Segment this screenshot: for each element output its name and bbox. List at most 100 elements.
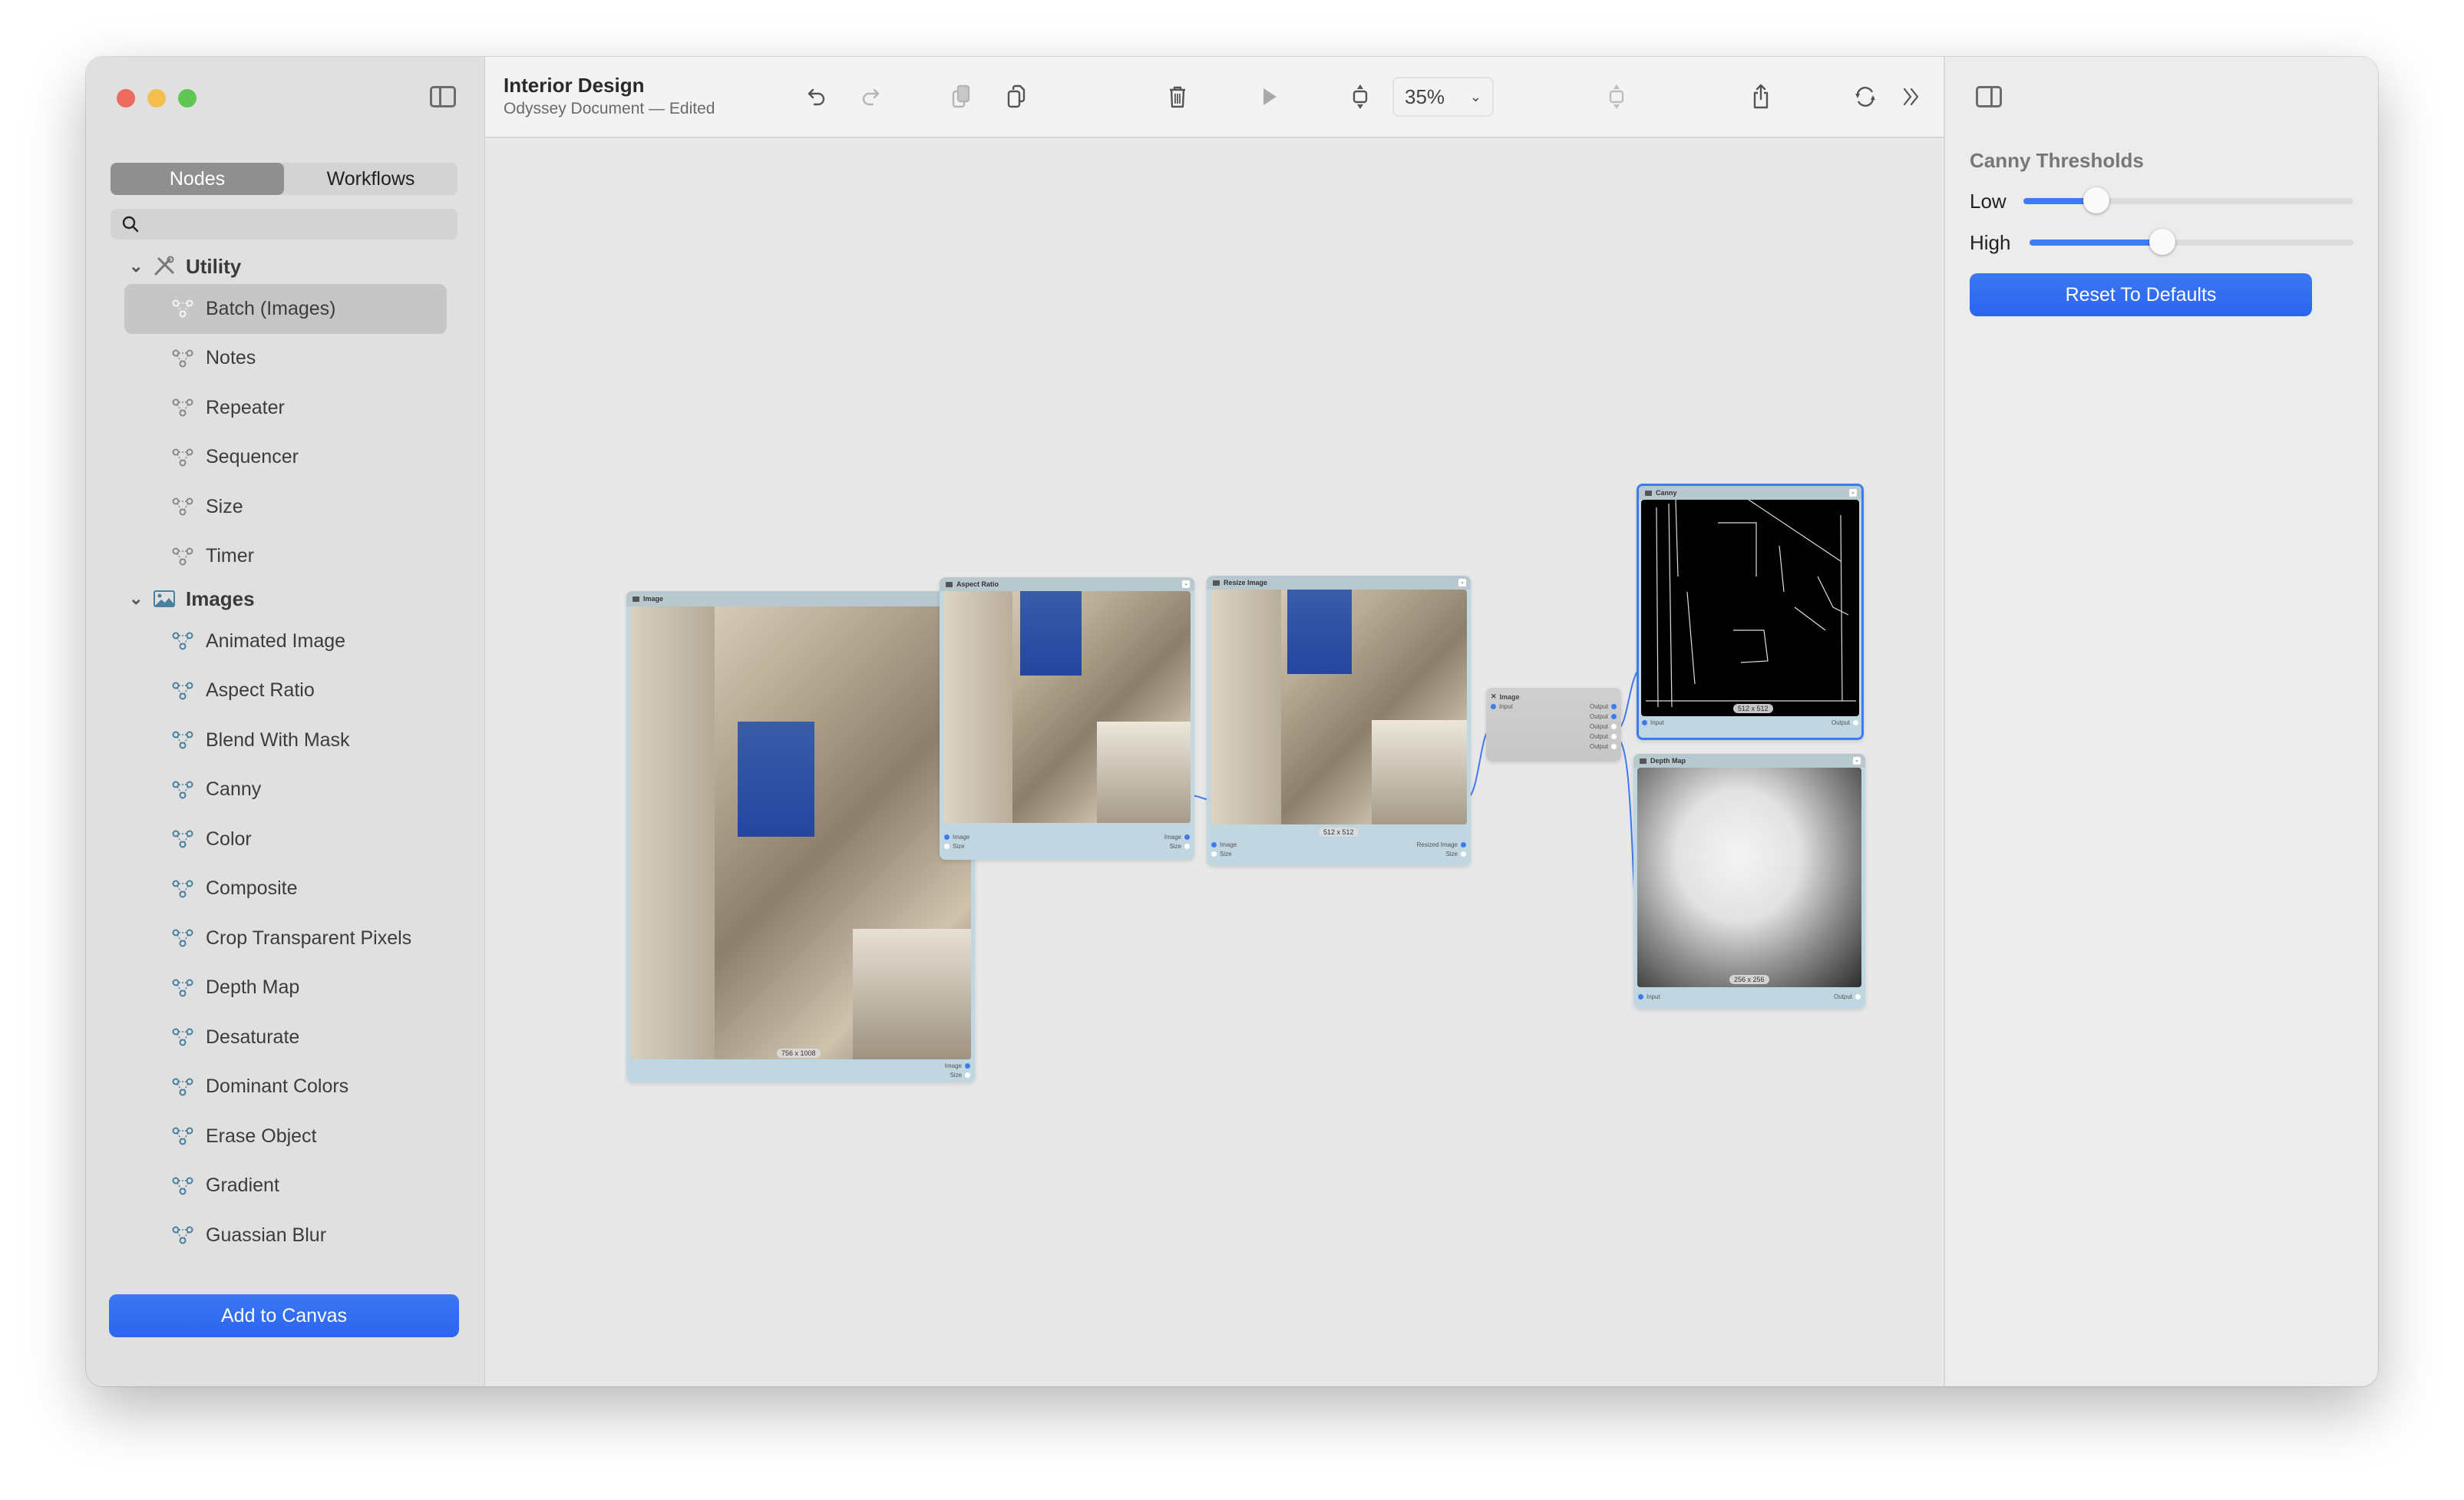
node-menu-button[interactable]: ⌄	[1182, 580, 1190, 588]
node-item-size[interactable]: Size	[124, 482, 447, 532]
node-item-desaturate[interactable]: Desaturate	[124, 1013, 447, 1062]
node-item-canny[interactable]: Canny	[124, 765, 447, 815]
node-menu-button[interactable]: ⌄	[1853, 757, 1861, 765]
add-to-canvas-button[interactable]: Add to Canvas	[109, 1294, 459, 1337]
port-dot[interactable]	[965, 1072, 970, 1078]
input-port-input[interactable]: Input	[1642, 719, 1664, 726]
slider-thumb[interactable]	[2149, 229, 2176, 255]
fit-to-height-button[interactable]	[1343, 80, 1377, 114]
port-dot[interactable]	[1642, 720, 1647, 725]
close-window-button[interactable]	[117, 89, 135, 107]
node-item-guassian-blur[interactable]: Guassian Blur	[124, 1211, 447, 1260]
port-dot[interactable]	[1855, 994, 1861, 999]
output-port-size[interactable]: Size	[1445, 851, 1466, 857]
input-port-image[interactable]: Image	[944, 834, 969, 841]
port-dot[interactable]	[1853, 720, 1858, 725]
output-port-output[interactable]: Output	[1831, 719, 1858, 726]
input-port-size[interactable]: Size	[944, 843, 965, 850]
sidebar-toggle-icon[interactable]	[430, 86, 456, 107]
node-item-animated-image[interactable]: Animated Image	[124, 616, 447, 666]
input-port-image[interactable]: Image	[1211, 841, 1237, 848]
zoom-level-select[interactable]: 35% ⌄	[1392, 77, 1494, 117]
share-button[interactable]	[1744, 80, 1778, 114]
port-dot[interactable]	[1211, 842, 1217, 847]
port-dot[interactable]	[1611, 714, 1617, 719]
inspector-toggle-icon[interactable]	[1976, 86, 2002, 107]
node-item-aspect-ratio[interactable]: Aspect Ratio	[124, 666, 447, 716]
low-threshold-slider[interactable]	[2023, 187, 2353, 213]
port-dot[interactable]	[1638, 994, 1643, 999]
undo-button[interactable]	[800, 80, 834, 114]
port-dot[interactable]	[944, 844, 950, 849]
node-depth-map[interactable]: Depth Map ⌄ 256 x 256 Input Output	[1633, 754, 1865, 1009]
slider-thumb[interactable]	[2083, 187, 2109, 213]
node-image[interactable]: Image ⌄ 756 x 1008 Image Size	[626, 591, 975, 1082]
node-resize-image[interactable]: Resize Image ⌄ 512 x 512 Image Size Resi…	[1207, 576, 1471, 866]
input-port-input[interactable]: Input	[1638, 993, 1660, 1000]
node-item-blend-with-mask[interactable]: Blend With Mask	[124, 715, 447, 765]
refresh-button[interactable]	[1848, 80, 1882, 114]
group-utility[interactable]: ⌄ Utility	[86, 249, 485, 284]
node-item-repeater[interactable]: Repeater	[124, 383, 447, 433]
node-batch-image[interactable]: ✕ Image Input Output Output Output Output…	[1486, 688, 1621, 762]
node-item-notes[interactable]: Notes	[124, 334, 447, 384]
output-port-size[interactable]: Size	[1169, 843, 1190, 850]
reset-to-defaults-button[interactable]: Reset To Defaults	[1970, 273, 2312, 316]
search-field[interactable]	[111, 209, 457, 240]
redo-button[interactable]	[854, 80, 887, 114]
copy-button[interactable]	[944, 80, 978, 114]
input-port-size[interactable]: Size	[1211, 851, 1232, 857]
node-menu-button[interactable]: ⌄	[1458, 579, 1466, 586]
port-dot[interactable]	[965, 1063, 970, 1069]
input-port-input[interactable]: Input	[1491, 703, 1513, 710]
output-port-5[interactable]: Output	[1590, 743, 1617, 750]
output-port-resized-image[interactable]: Resized Image	[1417, 841, 1466, 848]
tab-workflows[interactable]: Workflows	[284, 163, 457, 195]
run-button[interactable]	[1253, 80, 1286, 114]
chevron-down-icon[interactable]: ⌄	[129, 256, 146, 276]
delete-button[interactable]	[1161, 80, 1194, 114]
node-canny[interactable]: Canny ⌄ 512 x 512 Input Output	[1637, 484, 1864, 740]
node-menu-button[interactable]: ⌄	[1849, 489, 1857, 497]
node-item-crop-transparent-pixels[interactable]: Crop Transparent Pixels	[124, 914, 447, 963]
port-dot[interactable]	[1461, 851, 1466, 857]
node-aspect-ratio[interactable]: Aspect Ratio ⌄ Image Size Image Size	[940, 577, 1194, 860]
output-port-size[interactable]: Size	[950, 1072, 970, 1079]
port-dot[interactable]	[1611, 744, 1617, 749]
port-dot[interactable]	[1461, 842, 1466, 847]
port-dot[interactable]	[1611, 704, 1617, 709]
node-item-timer[interactable]: Timer	[124, 532, 447, 582]
node-item-depth-map[interactable]: Depth Map	[124, 963, 447, 1013]
port-dot[interactable]	[1211, 851, 1217, 857]
minimize-window-button[interactable]	[147, 89, 166, 107]
node-item-erase-object[interactable]: Erase Object	[124, 1112, 447, 1161]
node-item-composite[interactable]: Composite	[124, 864, 447, 914]
port-dot[interactable]	[1611, 724, 1617, 729]
output-port-image[interactable]: Image	[1164, 834, 1190, 841]
output-port-image[interactable]: Image	[945, 1062, 970, 1069]
output-port-1[interactable]: Output	[1590, 703, 1617, 710]
more-button[interactable]	[1894, 80, 1928, 114]
align-button[interactable]	[1600, 80, 1633, 114]
output-port-2[interactable]: Output	[1590, 713, 1617, 720]
high-threshold-slider[interactable]	[2030, 229, 2353, 255]
port-dot[interactable]	[1184, 844, 1190, 849]
node-item-batch-images[interactable]: Batch (Images)	[124, 284, 447, 334]
node-item-sequencer[interactable]: Sequencer	[124, 433, 447, 483]
output-port-output[interactable]: Output	[1834, 993, 1861, 1000]
tab-nodes[interactable]: Nodes	[111, 163, 284, 195]
node-canvas[interactable]: Image ⌄ 756 x 1008 Image Size Aspect Rat…	[485, 140, 1944, 1386]
group-images[interactable]: ⌄ Images	[86, 581, 485, 616]
port-dot[interactable]	[1184, 834, 1190, 840]
node-item-dominant-colors[interactable]: Dominant Colors	[124, 1062, 447, 1112]
search-input[interactable]	[147, 213, 439, 235]
port-dot[interactable]	[1491, 704, 1496, 709]
port-dot[interactable]	[944, 834, 950, 840]
node-item-gradient[interactable]: Gradient	[124, 1161, 447, 1211]
paste-button[interactable]	[999, 80, 1033, 114]
output-port-3[interactable]: Output	[1590, 723, 1617, 730]
output-port-4[interactable]: Output	[1590, 733, 1617, 740]
node-item-color[interactable]: Color	[124, 814, 447, 864]
chevron-down-icon[interactable]: ⌄	[129, 589, 146, 609]
port-dot[interactable]	[1611, 734, 1617, 739]
